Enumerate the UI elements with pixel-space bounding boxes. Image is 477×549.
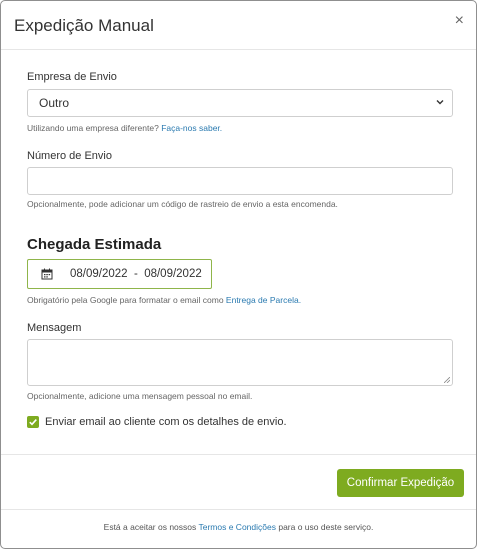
- tracking-number-input[interactable]: [27, 167, 453, 195]
- terms-divider: [1, 509, 476, 510]
- chevron-down-icon: [436, 100, 444, 105]
- notify-customer-checkbox[interactable]: [27, 416, 39, 428]
- resize-grip-icon[interactable]: [444, 377, 450, 383]
- date-from: 08/09/2022: [70, 268, 128, 280]
- terms-text-after: para o uso deste serviço.: [278, 522, 374, 532]
- carrier-label: Empresa de Envio: [27, 71, 117, 83]
- carrier-selected-value: Outro: [39, 96, 70, 110]
- carrier-select[interactable]: Outro: [27, 89, 453, 117]
- tracking-label: Número de Envio: [27, 150, 112, 162]
- carrier-help-link[interactable]: Faça-nos saber.: [161, 123, 222, 133]
- notify-customer-label[interactable]: Enviar email ao cliente com os detalhes …: [45, 416, 287, 428]
- dialog-header: Expedição Manual ×: [1, 1, 476, 50]
- footer-divider: [1, 454, 476, 455]
- message-help: Opcionalmente, adicione uma mensagem pes…: [27, 391, 253, 401]
- tracking-help: Opcionalmente, pode adicionar um código …: [27, 199, 338, 209]
- date-range-picker[interactable]: 08/09/2022 - 08/09/2022: [27, 259, 212, 289]
- carrier-help: Utilizando uma empresa diferente? Faça-n…: [27, 123, 222, 133]
- carrier-help-text: Utilizando uma empresa diferente?: [27, 123, 159, 133]
- calendar-icon: [41, 268, 53, 280]
- message-textarea[interactable]: [27, 339, 453, 386]
- terms-footer: Está a aceitar os nossos Termos e Condiç…: [1, 522, 476, 532]
- confirm-shipment-button[interactable]: Confirmar Expedição: [337, 469, 464, 497]
- estimated-arrival-help-text: Obrigatório pela Google para formatar o …: [27, 295, 224, 305]
- terms-link[interactable]: Termos e Condições: [198, 522, 275, 532]
- date-separator: -: [133, 268, 138, 280]
- checkmark-icon: [29, 419, 37, 426]
- date-range-values: 08/09/2022 - 08/09/2022: [70, 268, 202, 280]
- estimated-arrival-title: Chegada Estimada: [27, 236, 162, 253]
- close-button[interactable]: ×: [455, 13, 464, 29]
- date-to: 08/09/2022: [144, 268, 202, 280]
- message-label: Mensagem: [27, 322, 82, 334]
- estimated-arrival-help: Obrigatório pela Google para formatar o …: [27, 295, 301, 305]
- manual-shipment-dialog: Expedição Manual × Empresa de Envio Outr…: [0, 0, 477, 549]
- terms-text-before: Está a aceitar os nossos: [103, 522, 197, 532]
- parcel-delivery-link[interactable]: Entrega de Parcela.: [226, 295, 301, 305]
- dialog-title: Expedição Manual: [14, 16, 154, 35]
